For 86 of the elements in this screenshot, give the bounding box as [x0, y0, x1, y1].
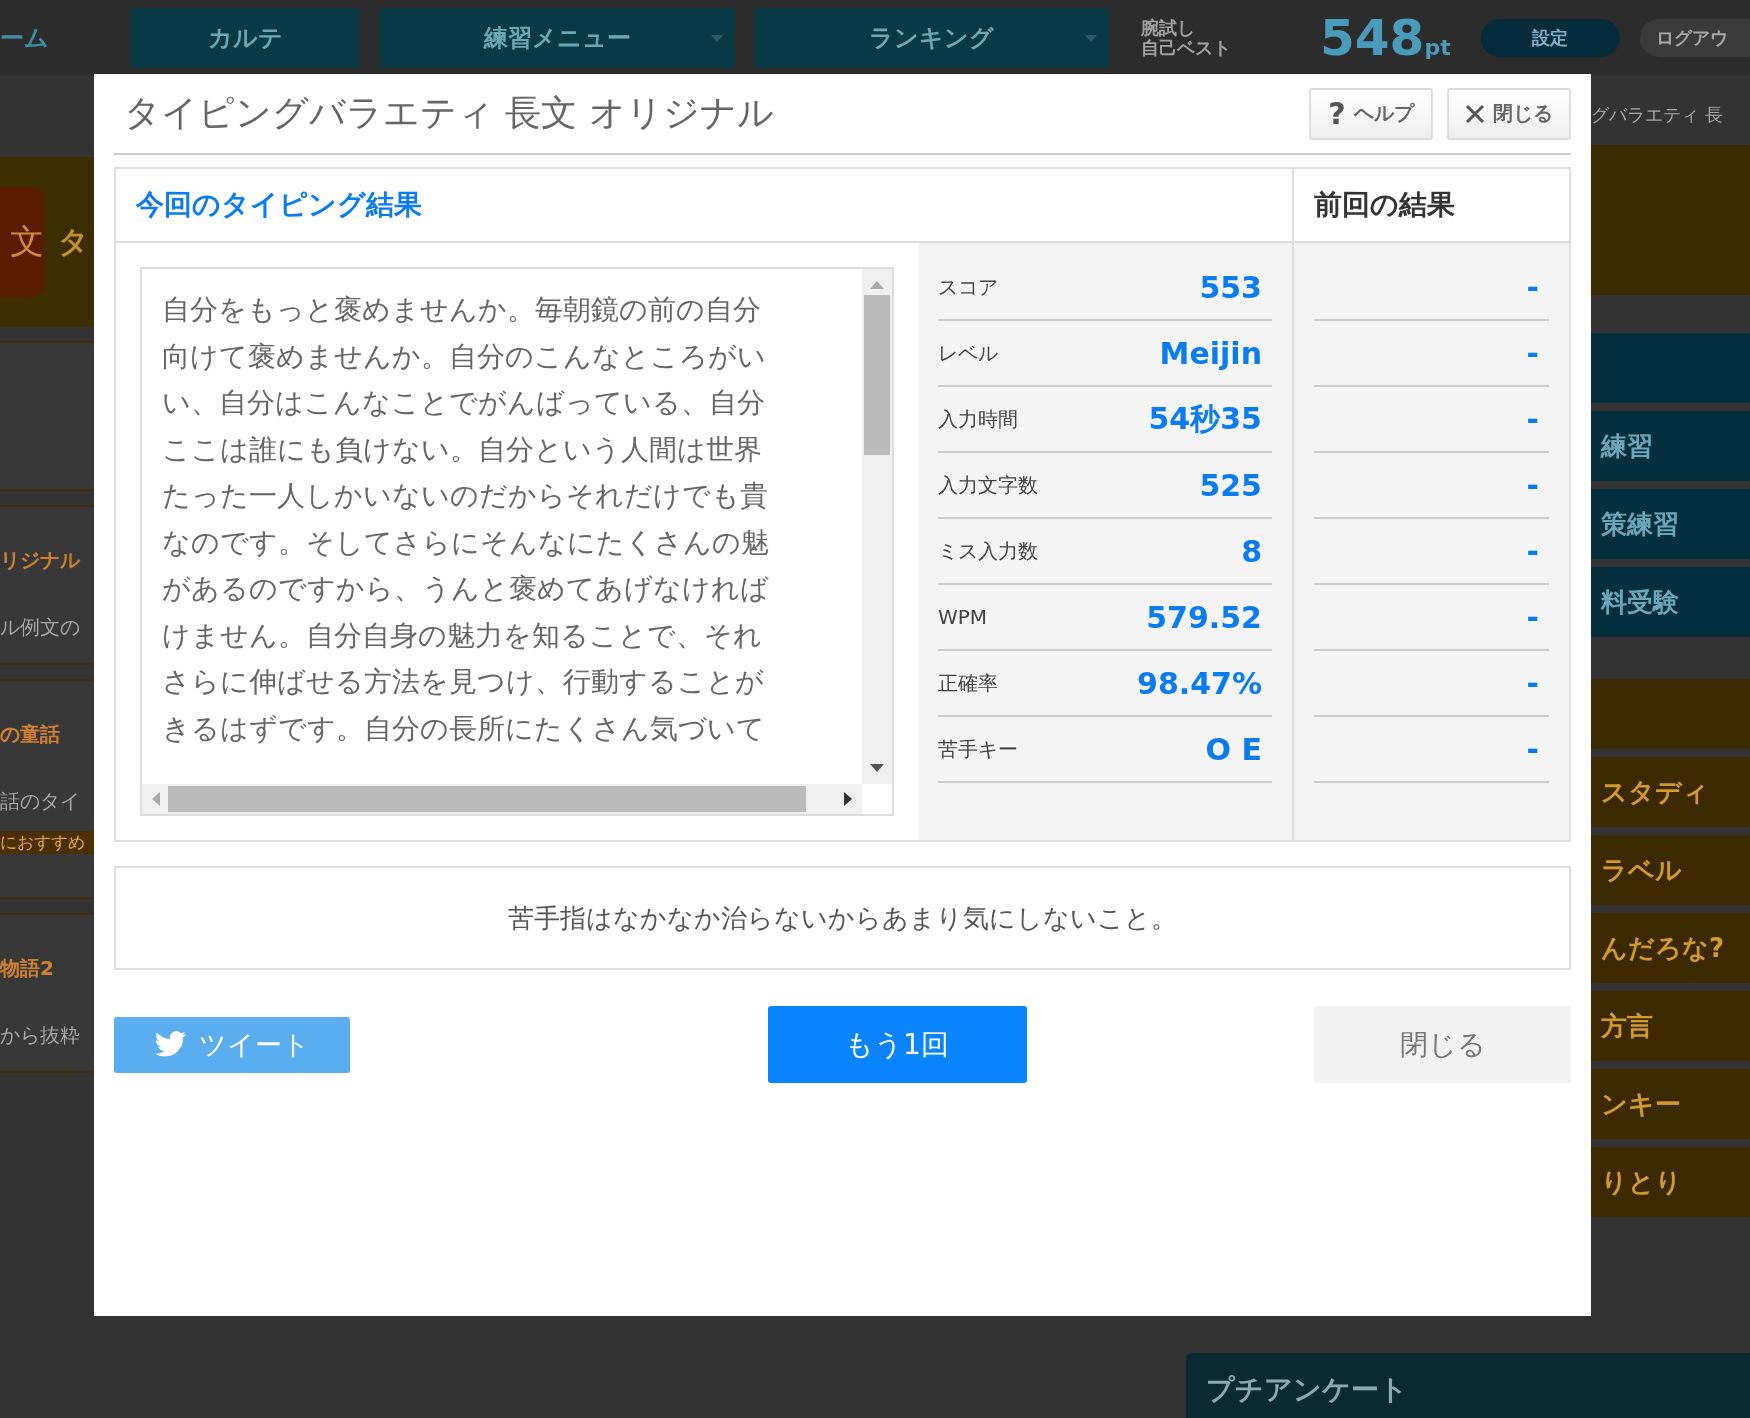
text-line: があるのですから、うんと褒めてあげなければ [162, 571, 770, 607]
course-title: 物語2 [0, 955, 55, 982]
menu-button[interactable]: んだろな? [1591, 913, 1750, 983]
previous-value: - [1526, 599, 1540, 635]
advice-text: 苦手指はなかなか治らないからあまり気にしないこと。 [508, 901, 1177, 935]
course-title: の童話 [0, 721, 61, 748]
stat-value: 54秒35 [1148, 399, 1263, 438]
stat-label: 入力時間 [938, 405, 1018, 433]
previous-value: - [1526, 335, 1540, 371]
scroll-down-icon[interactable] [870, 764, 884, 772]
home-link[interactable]: ーム [0, 21, 112, 54]
page-heading: グバラエティ 長 [1591, 103, 1724, 127]
previous-value: - [1526, 269, 1540, 305]
menu-button[interactable]: 方言 [1591, 991, 1750, 1061]
text-line: なのです。そしてさらにそんなにたくさんの魅 [162, 524, 770, 561]
caret-icon [1084, 34, 1097, 42]
best-label: 腕試し [1140, 17, 1196, 38]
vertical-scrollbar[interactable] [862, 269, 892, 784]
stat-value: Meijin [1159, 335, 1263, 371]
text-line: けません。自分自身の魅力を知ることで、それ [162, 617, 763, 654]
text-line: 自分をもっと褒めませんか。毎朝鏡の前の自分 [162, 292, 762, 328]
best-score: 548 pt [1320, 8, 1451, 67]
previous-value: - [1526, 665, 1540, 701]
menu-button[interactable]: 練習 [1591, 411, 1750, 481]
previous-value: - [1526, 731, 1540, 767]
course-description: から抜粋 [0, 1022, 81, 1049]
course-title: リジナル [0, 547, 82, 574]
menu-button[interactable]: スタディ [1591, 757, 1750, 827]
nav-button[interactable]: ランキング [754, 7, 1109, 68]
stat-label: 正確率 [938, 669, 998, 697]
text-line: きるはずです。自分の長所にたくさん気づいて [162, 710, 766, 747]
stat-label: 入力文字数 [938, 471, 1038, 499]
logout-button[interactable]: ログアウ [1640, 18, 1750, 57]
scroll-right-icon[interactable] [844, 792, 852, 806]
stat-label: 苦手キー [938, 735, 1018, 763]
current-result-heading: 今回のタイピング結果 [116, 169, 1294, 241]
menu-button[interactable]: 策練習 [1591, 489, 1750, 559]
course-card[interactable]: 物語2 から抜粋 [0, 913, 94, 1073]
stat-value: 553 [1199, 269, 1263, 305]
stat-label: スコア [938, 273, 998, 301]
text-line: 向けて褒めませんか。自分のこんなところがい [162, 338, 767, 375]
banner-text: タ [58, 222, 89, 261]
course-card[interactable]: の童話 話のタイ におすすめ [0, 679, 94, 899]
retry-button[interactable]: もう1回 [767, 1006, 1027, 1083]
course-description: 話のタイ [0, 788, 81, 815]
help-icon: ? [1328, 96, 1346, 131]
close-button[interactable]: 閉じる [1447, 87, 1571, 140]
stat-value: O E [1205, 731, 1263, 767]
stat-label: WPM [938, 605, 988, 629]
help-button[interactable]: ? ヘルプ [1309, 87, 1433, 140]
previous-value: - [1526, 533, 1540, 569]
menu-button[interactable]: ンキー [1591, 1069, 1750, 1139]
stat-value: 8 [1241, 533, 1263, 569]
text-line: ここは誰にも負けない。自分という人間は世界 [162, 431, 763, 468]
survey-title: プチアンケート [1206, 1373, 1408, 1406]
stat-value: 579.52 [1146, 599, 1263, 635]
nav-button[interactable]: 練習メニュー [380, 7, 735, 68]
bird-icon [154, 1031, 187, 1058]
stat-value: 525 [1199, 467, 1263, 503]
close-dialog-button[interactable]: 閉じる [1314, 1006, 1571, 1083]
text-line: たった一人しかいないのだからそれだけでも貴 [162, 478, 769, 514]
course-description: ル例文の [0, 614, 81, 641]
previous-value: - [1526, 467, 1540, 503]
menu-button[interactable]: りとり [1591, 1147, 1750, 1217]
text-line: さらに伸ばせる方法を見つけ、行動することが [162, 664, 765, 700]
stat-label: レベル [938, 339, 998, 367]
course-card[interactable]: リジナル ル例文の [0, 505, 94, 665]
horizontal-scrollbar[interactable] [142, 784, 862, 814]
banner-icon: 文 [0, 187, 44, 297]
previous-result-heading: 前回の結果 [1313, 187, 1456, 223]
scroll-left-icon[interactable] [152, 792, 160, 806]
best-label: 自己ベスト [1140, 37, 1232, 58]
previous-value: - [1526, 401, 1540, 437]
menu-button[interactable]: 料受験 [1591, 567, 1750, 637]
caret-icon [710, 34, 723, 42]
dialog-title: タイピングバラエティ 長文 オリジナル [123, 91, 775, 135]
nav-button[interactable]: カルテ [131, 7, 361, 68]
menu-button[interactable]: ラベル [1591, 835, 1750, 905]
close-icon [1465, 103, 1485, 124]
text-line: い、自分はこんなことでがんばっている、自分 [162, 385, 766, 421]
scroll-up-icon[interactable] [870, 281, 884, 289]
course-tag: におすすめ [0, 831, 94, 854]
settings-button[interactable]: 設定 [1480, 18, 1620, 57]
stat-label: ミス入力数 [938, 537, 1038, 565]
stat-value: 98.47% [1137, 665, 1263, 701]
course-card[interactable] [0, 341, 94, 491]
